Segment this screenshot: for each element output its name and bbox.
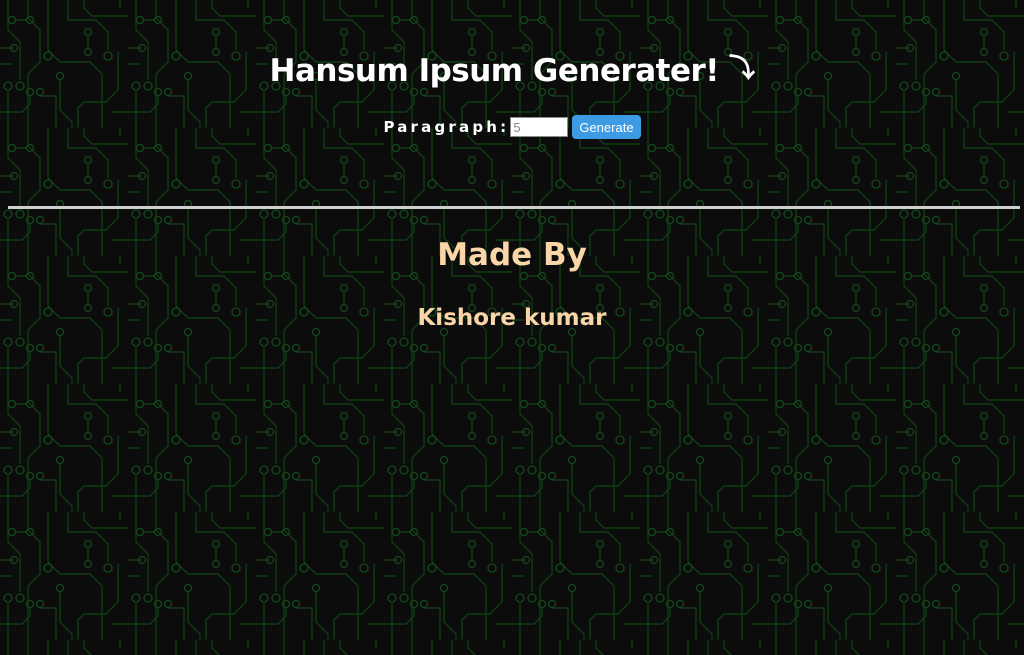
paragraph-count-input[interactable] xyxy=(510,117,569,137)
page-title: Hansum Ipsum Generater! ⤵ xyxy=(0,48,1024,89)
generator-form: Paragraph: Generate xyxy=(0,115,1024,139)
author-name: Kishore kumar xyxy=(417,305,607,331)
paragraph-label: Paragraph: xyxy=(383,118,510,136)
page-content: Hansum Ipsum Generater! ⤵ Paragraph: Gene… xyxy=(0,0,1024,655)
section-divider xyxy=(8,206,1020,209)
curved-arrow-down-icon: ⤵ xyxy=(728,54,755,84)
credits-heading: Made By xyxy=(437,237,587,273)
generate-button[interactable]: Generate xyxy=(572,115,641,139)
page-title-text: Hansum Ipsum Generater! xyxy=(269,53,720,89)
